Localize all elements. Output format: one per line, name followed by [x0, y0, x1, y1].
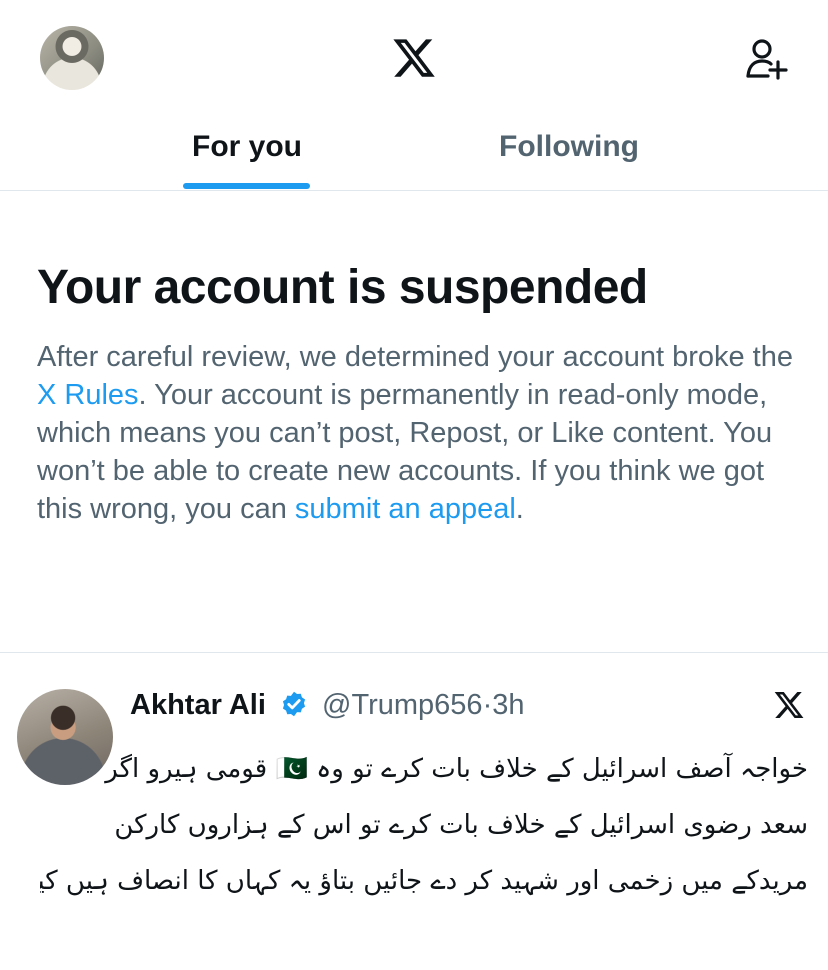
- tweet-text-line: خواجہ آصف اسرائیل کے خلاف بات کرے تو وہ …: [105, 754, 808, 784]
- tweet-text-line: سعد رضوی اسرائیل کے خلاف بات کرے تو اس ک…: [114, 810, 808, 840]
- tab-following[interactable]: Following: [414, 118, 724, 190]
- submit-appeal-link[interactable]: submit an appeal: [295, 493, 516, 525]
- tab-for-you-label: For you: [192, 130, 302, 163]
- timeline-tabs: For you Following: [0, 118, 828, 191]
- tweet-header: Akhtar Ali @Trump656·3h: [130, 685, 525, 725]
- verified-badge-icon: [282, 691, 306, 717]
- suspension-text-3: .: [515, 493, 524, 525]
- tweet-author-name[interactable]: Akhtar Ali: [130, 689, 266, 721]
- tweet-timestamp[interactable]: 3h: [492, 689, 524, 721]
- suspension-notice: Your account is suspended After careful …: [37, 258, 797, 528]
- x-logo-icon: [774, 692, 804, 718]
- add-user-icon[interactable]: [744, 38, 788, 80]
- avatar[interactable]: [40, 26, 104, 90]
- top-bar: [0, 0, 828, 118]
- suspension-message: After careful review, we determined your…: [37, 338, 797, 528]
- tab-for-you[interactable]: For you: [38, 118, 452, 190]
- active-tab-indicator: [183, 183, 310, 189]
- tab-following-label: Following: [499, 130, 639, 163]
- x-logo-icon[interactable]: [390, 35, 438, 81]
- suspension-title: Your account is suspended: [37, 261, 648, 314]
- tweet-text-line: مریدکے میں زخمی اور شہید کر دے جائیں بتا…: [40, 866, 808, 896]
- suspension-text-1: After careful review, we determined your…: [37, 341, 793, 373]
- tweet-author-handle[interactable]: @Trump656: [322, 689, 483, 721]
- tweet-separator: ·: [482, 689, 493, 721]
- x-rules-link[interactable]: X Rules: [37, 379, 139, 411]
- tweet[interactable]: Akhtar Ali @Trump656·3h خواجہ آصف اسرائی…: [0, 653, 828, 970]
- tweet-text: خواجہ آصف اسرائیل کے خلاف بات کرے تو وہ …: [40, 741, 808, 909]
